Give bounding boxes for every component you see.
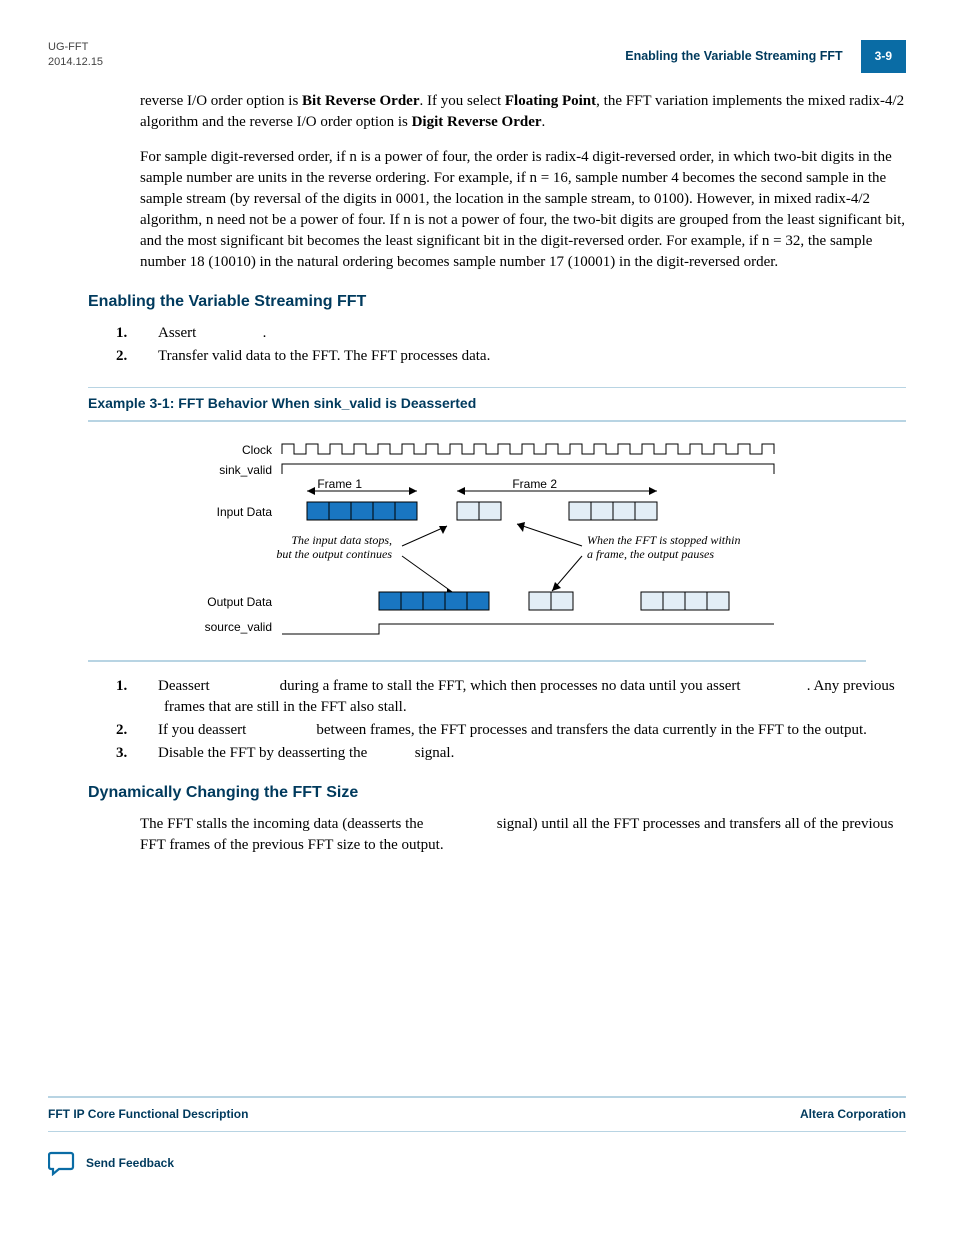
list-item: 2.Transfer valid data to the FFT. The FF… (140, 346, 906, 367)
svg-text:The input data stops,: The input data stops, (291, 533, 392, 547)
doc-id: UG-FFT (48, 40, 103, 55)
footer-company: Altera Corporation (800, 1106, 906, 1123)
page-header: UG-FFT 2014.12.15 Enabling the Variable … (48, 40, 906, 73)
send-feedback-link[interactable]: Send Feedback (48, 1150, 906, 1176)
paragraph-digit-reversed: For sample digit-reversed order, if n is… (140, 147, 906, 273)
timing-diagram: Clock sink_valid Input Data Output Data … (88, 436, 866, 662)
footer-doc-title: FFT IP Core Functional Description (48, 1106, 248, 1123)
example-notes-list: 1.Deassert sink_valid during a frame to … (140, 676, 906, 764)
timing-diagram-svg: Clock sink_valid Input Data Output Data … (157, 436, 797, 646)
svg-text:but the output continues: but the output continues (276, 547, 392, 561)
example-title: Example 3-1: FFT Behavior When sink_vali… (88, 387, 906, 422)
page-number-badge: 3-9 (861, 40, 906, 73)
speech-bubble-icon (48, 1150, 76, 1176)
list-item: 3.Disable the FFT by deasserting the clk… (140, 743, 906, 764)
feedback-label: Send Feedback (86, 1155, 174, 1172)
paragraph-bit-reverse: reverse I/O order option is Bit Reverse … (140, 91, 906, 133)
svg-text:Frame 1: Frame 1 (317, 477, 362, 491)
paragraph-fft-size: The FFT stalls the incoming data (deasse… (140, 814, 906, 856)
running-title: Enabling the Variable Streaming FFT (625, 48, 860, 66)
svg-text:a frame, the output pauses: a frame, the output pauses (587, 547, 714, 561)
svg-text:Input Data: Input Data (217, 505, 273, 519)
svg-text:Frame 2: Frame 2 (512, 477, 557, 491)
page-footer: FFT IP Core Functional Description Alter… (48, 1096, 906, 1132)
svg-text:sink_valid: sink_valid (219, 463, 272, 477)
section-heading-fft-size: Dynamically Changing the FFT Size (88, 782, 906, 804)
svg-text:Output Data: Output Data (207, 595, 272, 609)
list-item: 2.If you deassert sink_valid between fra… (140, 720, 906, 741)
doc-meta: UG-FFT 2014.12.15 (48, 40, 103, 71)
doc-date: 2014.12.15 (48, 55, 103, 70)
svg-text:Clock: Clock (242, 443, 273, 457)
svg-text:When the FFT is stopped within: When the FFT is stopped within (587, 533, 740, 547)
header-right: Enabling the Variable Streaming FFT 3-9 (625, 40, 906, 73)
section-heading-enable-vsfft: Enabling the Variable Streaming FFT (88, 291, 906, 313)
enable-steps-list: 1.Assert sink_valid. 2.Transfer valid da… (140, 323, 906, 367)
svg-text:source_valid: source_valid (205, 620, 272, 634)
list-item: 1.Assert sink_valid. (140, 323, 906, 344)
list-item: 1.Deassert sink_valid during a frame to … (140, 676, 906, 718)
